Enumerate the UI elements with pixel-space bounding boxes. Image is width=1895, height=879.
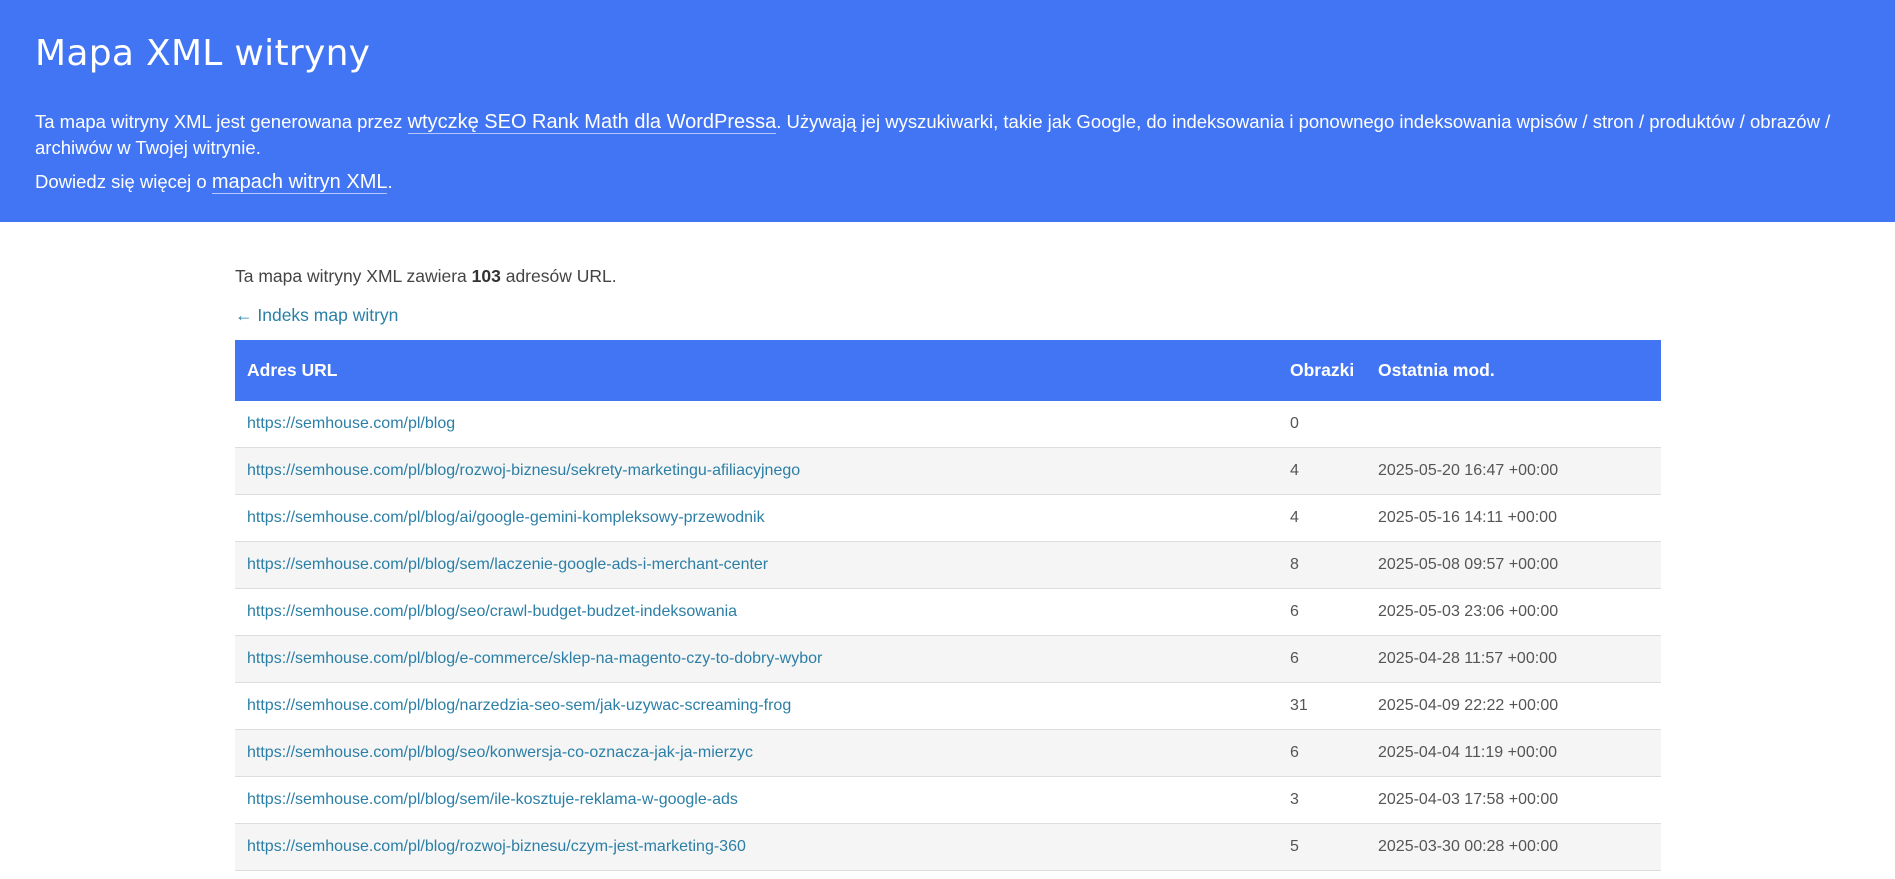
- learn-more-before: Dowiedz się więcej o: [35, 171, 212, 192]
- images-count: 31: [1278, 682, 1366, 730]
- images-count: 6: [1278, 635, 1366, 683]
- url-cell: https://semhouse.com/pl/blog/narzedzia-s…: [235, 682, 1278, 730]
- column-header-last-modified: Ostatnia mod.: [1378, 360, 1495, 380]
- url-link[interactable]: https://semhouse.com/pl/blog/sem/laczeni…: [247, 556, 768, 573]
- last-modified: 2025-04-28 11:57 +00:00: [1366, 635, 1661, 683]
- table-row: https://semhouse.com/pl/blog/seo/konwers…: [235, 729, 1661, 777]
- table-row: https://semhouse.com/pl/blog 0: [235, 401, 1661, 448]
- url-link[interactable]: https://semhouse.com/pl/blog/rozwoj-bizn…: [247, 838, 746, 855]
- url-cell: https://semhouse.com/pl/blog/rozwoj-bizn…: [235, 447, 1278, 495]
- url-link[interactable]: https://semhouse.com/pl/blog/seo/crawl-b…: [247, 603, 737, 620]
- last-modified: 2025-04-04 11:19 +00:00: [1366, 729, 1661, 777]
- images-count: 6: [1278, 729, 1366, 777]
- url-cell: https://semhouse.com/pl/blog/sem/laczeni…: [235, 541, 1278, 589]
- images-count: 8: [1278, 541, 1366, 589]
- page-header: Mapa XML witryny Ta mapa witryny XML jes…: [0, 0, 1895, 222]
- url-link[interactable]: https://semhouse.com/pl/blog/sem/ile-kos…: [247, 791, 738, 808]
- images-count: 5: [1278, 823, 1366, 871]
- images-count: 4: [1278, 447, 1366, 495]
- table-row: https://semhouse.com/pl/blog/rozwoj-bizn…: [235, 447, 1661, 495]
- last-modified: 2025-04-09 22:22 +00:00: [1366, 682, 1661, 730]
- last-modified: 2025-03-30 00:28 +00:00: [1366, 823, 1661, 871]
- url-cell: https://semhouse.com/pl/blog: [235, 401, 1278, 448]
- last-modified: 2025-05-20 16:47 +00:00: [1366, 447, 1661, 495]
- table-row: https://semhouse.com/pl/blog/seo/crawl-b…: [235, 588, 1661, 636]
- images-count: 0: [1278, 401, 1366, 448]
- images-count: 3: [1278, 776, 1366, 824]
- url-link[interactable]: https://semhouse.com/pl/blog/narzedzia-s…: [247, 697, 791, 714]
- url-cell: https://semhouse.com/pl/blog/seo/crawl-b…: [235, 588, 1278, 636]
- last-modified: 2025-05-16 14:11 +00:00: [1366, 494, 1661, 542]
- table-row: https://semhouse.com/pl/blog/narzedzia-s…: [235, 682, 1661, 730]
- images-count: 6: [1278, 588, 1366, 636]
- images-count: 4: [1278, 494, 1366, 542]
- url-link[interactable]: https://semhouse.com/pl/blog/seo/konwers…: [247, 744, 753, 761]
- summary-before: Ta mapa witryny XML zawiera: [235, 266, 472, 286]
- last-modified: [1366, 401, 1661, 448]
- url-link[interactable]: https://semhouse.com/pl/blog/e-commerce/…: [247, 650, 822, 667]
- column-header-url: Adres URL: [247, 360, 338, 380]
- url-cell: https://semhouse.com/pl/blog/rozwoj-bizn…: [235, 823, 1278, 871]
- url-cell: https://semhouse.com/pl/blog/e-commerce/…: [235, 635, 1278, 683]
- rank-math-link[interactable]: wtyczkę SEO Rank Math dla WordPressa: [407, 111, 777, 134]
- url-count-summary: Ta mapa witryny XML zawiera 103 adresów …: [235, 264, 1661, 288]
- url-cell: https://semhouse.com/pl/blog/ai/google-g…: [235, 494, 1278, 542]
- intro-text-before: Ta mapa witryny XML jest generowana prze…: [35, 111, 408, 132]
- table-header-row: Adres URL Obrazki Ostatnia mod.: [235, 340, 1661, 401]
- column-header-images: Obrazki: [1290, 360, 1355, 380]
- table-row: https://semhouse.com/pl/blog/rozwoj-bizn…: [235, 823, 1661, 871]
- table-row: https://semhouse.com/pl/blog/e-commerce/…: [235, 635, 1661, 683]
- table-row: https://semhouse.com/pl/blog/sem/laczeni…: [235, 541, 1661, 589]
- last-modified: 2025-04-03 17:58 +00:00: [1366, 776, 1661, 824]
- table-row: https://semhouse.com/pl/blog/sem/ile-kos…: [235, 776, 1661, 824]
- url-link[interactable]: https://semhouse.com/pl/blog: [247, 415, 455, 432]
- url-cell: https://semhouse.com/pl/blog/sem/ile-kos…: [235, 776, 1278, 824]
- url-link[interactable]: https://semhouse.com/pl/blog/rozwoj-bizn…: [247, 462, 800, 479]
- table-row: https://semhouse.com/pl/blog/ai/google-g…: [235, 494, 1661, 542]
- learn-more-after: .: [387, 171, 393, 192]
- page-title: Mapa XML witryny: [35, 33, 371, 74]
- summary-after: adresów URL.: [500, 266, 617, 286]
- main-content: Ta mapa witryny XML zawiera 103 adresów …: [235, 222, 1661, 871]
- xml-sitemaps-link[interactable]: mapach witryn XML: [211, 171, 388, 194]
- url-cell: https://semhouse.com/pl/blog/seo/konwers…: [235, 729, 1278, 777]
- last-modified: 2025-05-03 23:06 +00:00: [1366, 588, 1661, 636]
- url-link[interactable]: https://semhouse.com/pl/blog/ai/google-g…: [247, 509, 765, 526]
- url-count: 103: [471, 266, 501, 286]
- sitemap-table: Adres URL Obrazki Ostatnia mod. https://…: [235, 340, 1661, 871]
- last-modified: 2025-05-08 09:57 +00:00: [1366, 541, 1661, 589]
- intro-text: Ta mapa witryny XML jest generowana prze…: [35, 109, 1855, 161]
- learn-more-text: Dowiedz się więcej o mapach witryn XML.: [35, 169, 1860, 195]
- sitemap-index-link[interactable]: ← Indeks map witryn: [235, 305, 398, 326]
